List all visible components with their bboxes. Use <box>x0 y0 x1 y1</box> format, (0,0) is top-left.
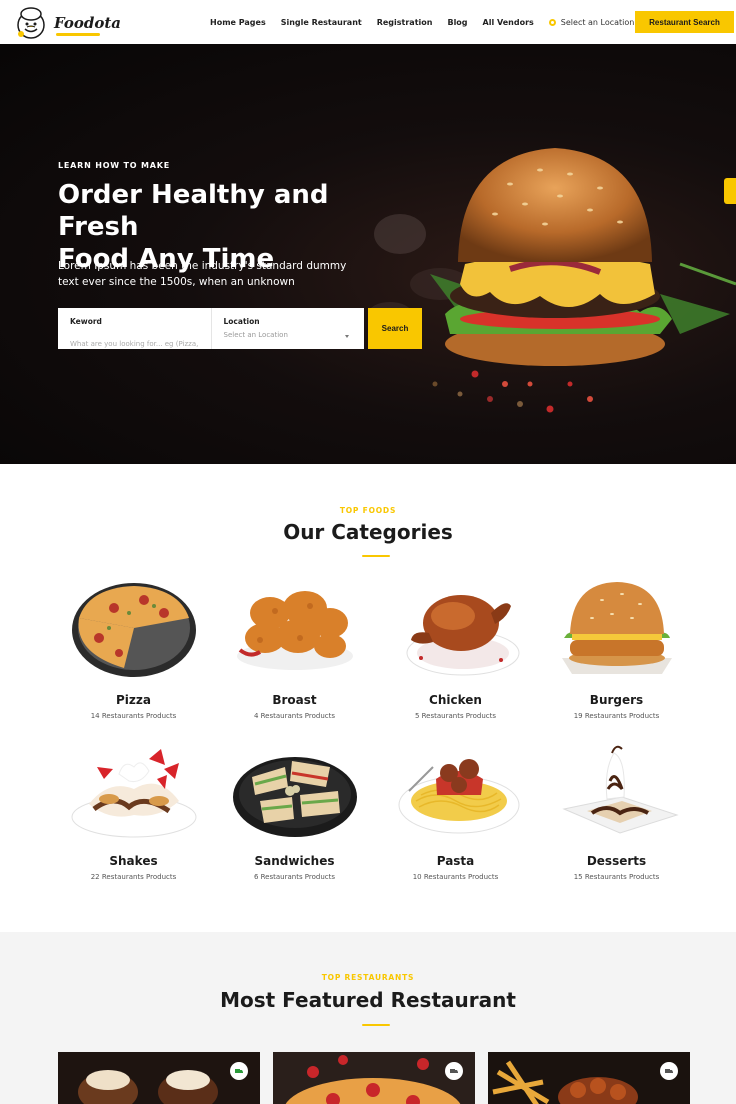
category-count: 22 Restaurants Products <box>90 873 177 881</box>
chevron-down-icon <box>345 335 349 338</box>
nav-single-restaurant[interactable]: Single Restaurant <box>281 18 362 27</box>
restaurant-card[interactable] <box>488 1052 690 1104</box>
hero-search-button[interactable]: Search <box>368 308 422 349</box>
category-count: 10 Restaurants Products <box>412 873 499 881</box>
category-name: Shakes <box>109 854 158 868</box>
delivery-icon <box>230 1062 248 1080</box>
delivery-icon <box>660 1062 678 1080</box>
top-navbar: Foodota Home Pages Single Restaurant Reg… <box>0 0 736 44</box>
delivery-icon <box>445 1062 463 1080</box>
featured-restaurants-section: TOP RESTAURANTS Most Featured Restaurant <box>0 932 736 1104</box>
category-name: Pasta <box>436 854 475 868</box>
category-count: 5 Restaurants Products <box>414 712 497 720</box>
category-count: 4 Restaurants Products <box>253 712 336 720</box>
brand-logo[interactable]: Foodota <box>14 6 121 40</box>
sandwiches-image <box>233 757 357 837</box>
categories-eyebrow: TOP FOODS <box>339 506 397 515</box>
category-card-sandwiches[interactable]: Sandwiches 6 Restaurants Products <box>214 739 375 900</box>
restaurant-image <box>492 1060 638 1104</box>
location-select[interactable]: Select an Location <box>224 331 353 339</box>
location-pin-icon <box>548 18 556 26</box>
category-name: Sandwiches <box>254 854 335 868</box>
category-name: Chicken <box>429 693 482 707</box>
chicken-image <box>406 595 520 676</box>
category-count: 6 Restaurants Products <box>253 873 336 881</box>
keyword-label: Keword <box>70 317 102 326</box>
restaurant-card[interactable] <box>273 1052 475 1104</box>
categories-divider <box>362 555 390 557</box>
nav-blog[interactable]: Blog <box>447 18 467 27</box>
categories-title: Our Categories <box>283 520 453 544</box>
category-card-broast[interactable]: Broast 4 Restaurants Products <box>214 578 375 739</box>
restaurant-image <box>78 1070 218 1104</box>
category-grid: Pizza 14 Restaurants Products Broast 4 R… <box>53 578 697 900</box>
category-count: 14 Restaurants Products <box>90 712 177 720</box>
restaurant-card[interactable] <box>58 1052 260 1104</box>
keyword-input[interactable] <box>70 340 199 348</box>
pasta-image <box>398 759 520 834</box>
desserts-image <box>562 745 679 834</box>
broast-image <box>237 591 353 670</box>
restaurant-search-button[interactable]: Restaurant Search <box>635 11 734 33</box>
burger-illustration <box>430 148 736 413</box>
category-name: Burgers <box>589 693 644 707</box>
chef-logo-icon <box>17 7 45 39</box>
featured-eyebrow: TOP RESTAURANTS <box>321 973 415 982</box>
keyword-field: Keword <box>58 308 211 349</box>
category-name: Desserts <box>586 854 647 868</box>
nav-all-vendors[interactable]: All Vendors <box>483 18 534 27</box>
category-card-pasta[interactable]: Pasta 10 Restaurants Products <box>375 739 536 900</box>
location-label: Location <box>223 317 260 326</box>
category-card-burgers[interactable]: Burgers 19 Restaurants Products <box>536 578 697 739</box>
category-card-desserts[interactable]: Desserts 15 Restaurants Products <box>536 739 697 900</box>
category-card-pizza[interactable]: Pizza 14 Restaurants Products <box>53 578 214 739</box>
location-field: Location Select an Location <box>210 308 365 349</box>
location-selector[interactable]: Select an Location <box>548 17 649 27</box>
category-count: 19 Restaurants Products <box>573 712 660 720</box>
category-name: Broast <box>272 693 317 707</box>
category-name: Pizza <box>116 693 151 707</box>
hero-description: Lorem Ipsum has been the industry's stan… <box>58 260 347 288</box>
shakes-image <box>71 749 197 838</box>
brand-name: Foodota <box>54 14 121 32</box>
featured-title: Most Featured Restaurant <box>220 988 516 1012</box>
hero-title-line1: Order Healthy and Fresh <box>58 180 329 242</box>
category-count: 15 Restaurants Products <box>573 873 660 881</box>
hero-banner: LEARN HOW TO MAKE Order Healthy and Fres… <box>0 44 736 464</box>
location-selector-label: Select an Location <box>560 17 635 27</box>
nav-registration[interactable]: Registration <box>377 18 433 27</box>
cart-tab-icon[interactable] <box>724 178 736 204</box>
brand-underline <box>56 33 100 36</box>
main-nav: Home Pages Single Restaurant Registratio… <box>210 0 649 44</box>
category-card-shakes[interactable]: Shakes 22 Restaurants Products <box>53 739 214 900</box>
category-card-chicken[interactable]: Chicken 5 Restaurants Products <box>375 578 536 739</box>
nav-home-pages[interactable]: Home Pages <box>210 18 266 27</box>
hero-search-form: Keword Location Select an Location <box>58 308 364 349</box>
restaurant-image <box>285 1055 461 1104</box>
pizza-image <box>72 583 196 677</box>
hero-eyebrow: LEARN HOW TO MAKE <box>58 161 170 170</box>
featured-divider <box>362 1024 390 1026</box>
burgers-image <box>562 582 672 674</box>
